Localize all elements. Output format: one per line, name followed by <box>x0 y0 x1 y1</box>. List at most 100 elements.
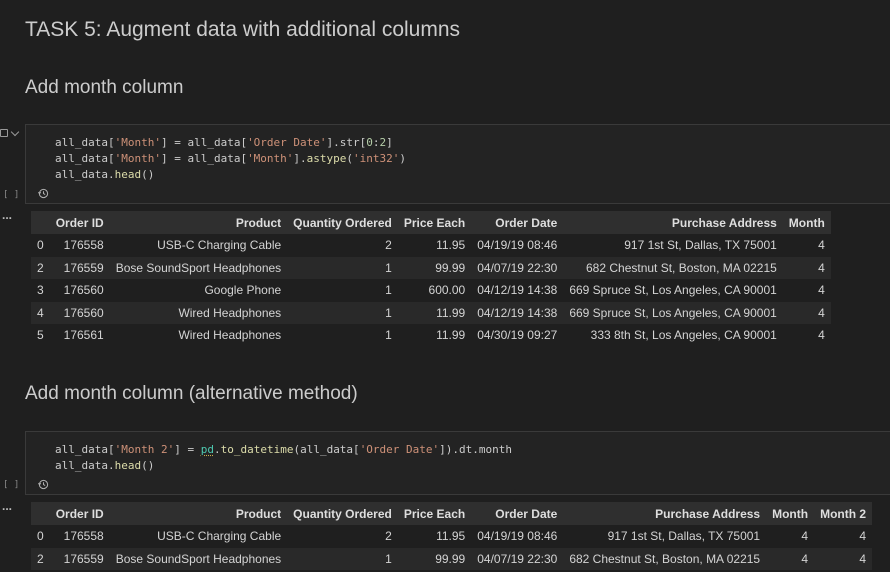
table-cell: 11.95 <box>436 529 466 544</box>
table-cell: Wired Headphones <box>178 328 282 343</box>
table-cell: 176559 <box>49 256 110 279</box>
execution-count-1: [ ] <box>3 190 20 200</box>
table-cell: USB-C Charging Cable <box>157 238 282 253</box>
table-cell: 11.99 <box>436 328 466 343</box>
output-menu-2[interactable]: ... <box>2 499 12 513</box>
index-header <box>31 211 50 234</box>
column-header: Quantity Ordered <box>287 502 398 525</box>
table-cell: 4 <box>818 328 825 343</box>
code-line: all_data['Month'] = all_data['Month'].as… <box>55 152 407 165</box>
code-cell-1[interactable]: all_data['Month'] = all_data['Order Date… <box>25 124 890 204</box>
table-row: 4 176560 Wired Headphones 1 11.99 04/12/19 14… <box>31 301 831 324</box>
table-cell: 4 <box>814 547 873 570</box>
code-line: all_data['Month'] = all_data['Order Date… <box>55 136 393 149</box>
table-cell: 1 <box>385 283 392 298</box>
table-cell: 682 Chestnut St, Boston, MA 02215 <box>563 547 767 570</box>
execution-count-2: [ ] <box>3 480 20 490</box>
row-index: 0 <box>37 238 44 253</box>
dataframe-output-1: Order ID Product Quantity Ordered Price Eac… <box>31 211 831 347</box>
column-header: Quantity Ordered <box>287 211 398 234</box>
notebook-page: TASK 5: Augment data with additional col… <box>0 0 890 572</box>
column-header: Price Each <box>397 502 472 525</box>
history-icon[interactable] <box>38 188 49 199</box>
table-cell: 176561 <box>63 328 104 343</box>
table-cell: 176560 <box>49 301 110 324</box>
table-cell: 669 Spruce St, Los Angeles, CA 90001 <box>563 301 783 324</box>
table-cell: 682 Chestnut St, Boston, MA 02215 <box>563 256 783 279</box>
table-row: 0 176558 USB-C Charging Cable 2 11.95 04/19/1… <box>31 234 831 257</box>
square-icon <box>0 129 8 137</box>
index-header <box>31 502 50 525</box>
column-header: Purchase Address <box>563 502 767 525</box>
row-index: 5 <box>37 328 44 343</box>
table-cell: 917 1st St, Dallas, TX 75001 <box>624 238 777 253</box>
table-cell: 04/19/19 08:46 <box>477 529 558 544</box>
cell-collapse-toggle[interactable] <box>0 127 22 139</box>
table-cell: Google Phone <box>204 283 282 298</box>
code-editor-1[interactable]: all_data['Month'] = all_data['Order Date… <box>55 135 406 183</box>
table-cell: 4 <box>801 529 809 544</box>
column-header: Order ID <box>49 502 110 525</box>
table-cell: 1 <box>385 328 392 343</box>
dataframe-output-2: Order ID Product Quantity Ordered Price Eac… <box>31 502 873 570</box>
row-index: 0 <box>37 529 44 544</box>
table-row: 0 176558 USB-C Charging Cable 2 11.95 04/19/1… <box>31 525 872 548</box>
table-cell: 1 <box>287 301 398 324</box>
row-index: 4 <box>31 301 50 324</box>
row-index: 2 <box>31 547 50 570</box>
table-cell: 04/19/19 08:46 <box>477 238 558 253</box>
table-cell: 04/30/19 09:27 <box>477 328 558 343</box>
table-cell: 11.99 <box>397 301 472 324</box>
code-cell-2[interactable]: all_data['Month 2'] = pd.to_datetime(all… <box>25 431 890 495</box>
column-header: Price Each <box>397 211 472 234</box>
column-header: Order Date <box>471 211 564 234</box>
table-cell: 4 <box>818 283 825 298</box>
table-cell: Bose SoundSport Headphones <box>109 256 288 279</box>
table-row: 2 176559 Bose SoundSport Headphones 1 99.99 0… <box>31 256 831 279</box>
table-cell: 4 <box>766 547 815 570</box>
column-header: Month <box>782 211 831 234</box>
table-cell: 04/12/19 14:38 <box>477 283 558 298</box>
table-cell: 4 <box>782 301 831 324</box>
table-cell: 176558 <box>63 529 104 544</box>
table-row: 3 176560 Google Phone 1 600.00 04/12/19 14:38… <box>31 279 831 302</box>
history-icon[interactable] <box>38 479 49 490</box>
table-cell: 333 8th St, Los Angeles, CA 90001 <box>590 328 777 343</box>
table-cell: 4 <box>782 256 831 279</box>
table-cell: 669 Spruce St, Los Angeles, CA 90001 <box>569 283 777 298</box>
column-header: Product <box>109 211 288 234</box>
table-cell: 2 <box>385 529 392 544</box>
table-cell: 917 1st St, Dallas, TX 75001 <box>607 529 761 544</box>
code-editor-2[interactable]: all_data['Month 2'] = pd.to_datetime(all… <box>55 442 512 474</box>
table-cell: 99.99 <box>397 256 472 279</box>
table-cell: 4 <box>859 529 867 544</box>
section-heading-month-alt: Add month column (alternative method) <box>25 383 358 404</box>
table-cell: 1 <box>287 256 398 279</box>
table-row: 5 176561 Wired Headphones 1 11.99 04/30/19 09… <box>31 324 831 347</box>
column-header: Order ID <box>49 211 110 234</box>
table-cell: 176560 <box>63 283 104 298</box>
table-cell: 2 <box>385 238 392 253</box>
table-cell: 176558 <box>63 238 104 253</box>
table-cell: 176559 <box>49 547 110 570</box>
table-cell: 04/12/19 14:38 <box>471 301 564 324</box>
table-cell: 4 <box>818 238 825 253</box>
table-cell: 11.95 <box>436 238 466 253</box>
table-cell: 1 <box>287 547 398 570</box>
row-index: 3 <box>37 283 44 298</box>
column-header: Order Date <box>471 502 564 525</box>
column-header: Month <box>766 502 815 525</box>
column-header: Product <box>109 502 288 525</box>
table-cell: 04/07/19 22:30 <box>471 547 564 570</box>
code-line: all_data['Month 2'] = pd.to_datetime(all… <box>55 443 513 456</box>
table-cell: Wired Headphones <box>109 301 288 324</box>
column-header: Purchase Address <box>563 211 783 234</box>
table-cell: 600.00 <box>428 283 466 298</box>
task-heading: TASK 5: Augment data with additional col… <box>25 18 461 41</box>
table-cell: Bose SoundSport Headphones <box>109 547 288 570</box>
table-cell: 99.99 <box>397 547 472 570</box>
row-index: 2 <box>31 256 50 279</box>
table-cell: 04/07/19 22:30 <box>471 256 564 279</box>
output-menu-1[interactable]: ... <box>2 208 12 222</box>
code-line: all_data.head() <box>55 168 155 181</box>
